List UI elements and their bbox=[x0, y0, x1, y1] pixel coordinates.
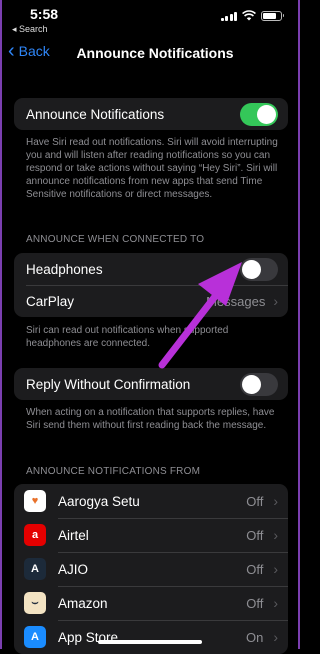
announce-notifications-row: Announce Notifications bbox=[14, 98, 288, 130]
connected-section-description: Siri can read out notifications when sup… bbox=[26, 325, 229, 349]
reply-without-confirmation-row: Reply Without Confirmation bbox=[14, 368, 288, 400]
app-row-aarogya-setu[interactable]: ♥ Aarogya Setu Off › bbox=[14, 484, 288, 518]
navigation-bar: ‹ Back Announce Notifications bbox=[2, 40, 298, 66]
home-indicator bbox=[98, 640, 202, 644]
apps-section-header: ANNOUNCE NOTIFICATIONS FROM bbox=[26, 466, 201, 477]
app-row-amazon[interactable]: ⌣ Amazon Off › bbox=[14, 586, 288, 620]
headphones-label: Headphones bbox=[26, 261, 103, 277]
app-announce-status: Off bbox=[246, 561, 264, 577]
status-time: 5:58 bbox=[30, 6, 59, 22]
announce-notifications-label: Announce Notifications bbox=[26, 106, 165, 122]
apps-list: ♥ Aarogya Setu Off › a Airtel Off › A AJ… bbox=[14, 484, 288, 654]
wifi-icon bbox=[242, 10, 256, 21]
chevron-right-icon: › bbox=[273, 527, 278, 543]
chevron-right-icon: › bbox=[273, 561, 278, 577]
app-announce-status: Off bbox=[246, 493, 264, 509]
app-announce-status: Off bbox=[246, 595, 264, 611]
announce-notifications-toggle[interactable] bbox=[240, 102, 278, 126]
carplay-row[interactable]: CarPlay Messages › bbox=[14, 285, 288, 317]
app-store-icon: A bbox=[24, 626, 46, 648]
amazon-icon: ⌣ bbox=[24, 592, 46, 614]
carplay-label: CarPlay bbox=[26, 293, 75, 309]
app-name: Amazon bbox=[58, 595, 108, 611]
back-to-app-link[interactable]: ◂ Search bbox=[12, 24, 48, 35]
carplay-value: Messages bbox=[206, 293, 266, 309]
reply-group: Reply Without Confirmation bbox=[14, 368, 288, 400]
announce-notifications-description: Have Siri read out notifications. Siri w… bbox=[26, 137, 278, 200]
battery-icon bbox=[261, 10, 284, 21]
ajio-icon: A bbox=[24, 558, 46, 580]
connected-group: Headphones CarPlay Messages › bbox=[14, 253, 288, 317]
status-bar: 5:58 ◂ Search bbox=[2, 0, 298, 40]
app-name: AJIO bbox=[58, 561, 89, 577]
chevron-right-icon: › bbox=[273, 629, 278, 645]
headphones-toggle[interactable] bbox=[240, 257, 278, 281]
app-name: Airtel bbox=[58, 527, 89, 543]
reply-section-description: When acting on a notification that suppo… bbox=[26, 407, 275, 431]
app-announce-status: On bbox=[245, 629, 264, 645]
page-title: Announce Notifications bbox=[76, 45, 234, 61]
reply-without-confirmation-label: Reply Without Confirmation bbox=[26, 376, 191, 392]
status-icons bbox=[220, 10, 284, 21]
connected-section-header: ANNOUNCE WHEN CONNECTED TO bbox=[26, 234, 205, 245]
app-row-airtel[interactable]: a Airtel Off › bbox=[14, 518, 288, 552]
app-announce-status: Off bbox=[246, 527, 264, 543]
aarogya-setu-icon: ♥ bbox=[24, 490, 46, 512]
app-row-ajio[interactable]: A AJIO Off › bbox=[14, 552, 288, 586]
reply-without-confirmation-toggle[interactable] bbox=[240, 372, 278, 396]
airtel-icon: a bbox=[24, 524, 46, 546]
cellular-signal-icon bbox=[220, 11, 237, 21]
chevron-right-icon: › bbox=[273, 493, 278, 509]
chevron-right-icon: › bbox=[273, 595, 278, 611]
app-name: Aarogya Setu bbox=[58, 493, 140, 509]
announce-notifications-group: Announce Notifications bbox=[14, 98, 288, 130]
headphones-row: Headphones bbox=[14, 253, 288, 285]
chevron-right-icon: › bbox=[273, 293, 278, 309]
